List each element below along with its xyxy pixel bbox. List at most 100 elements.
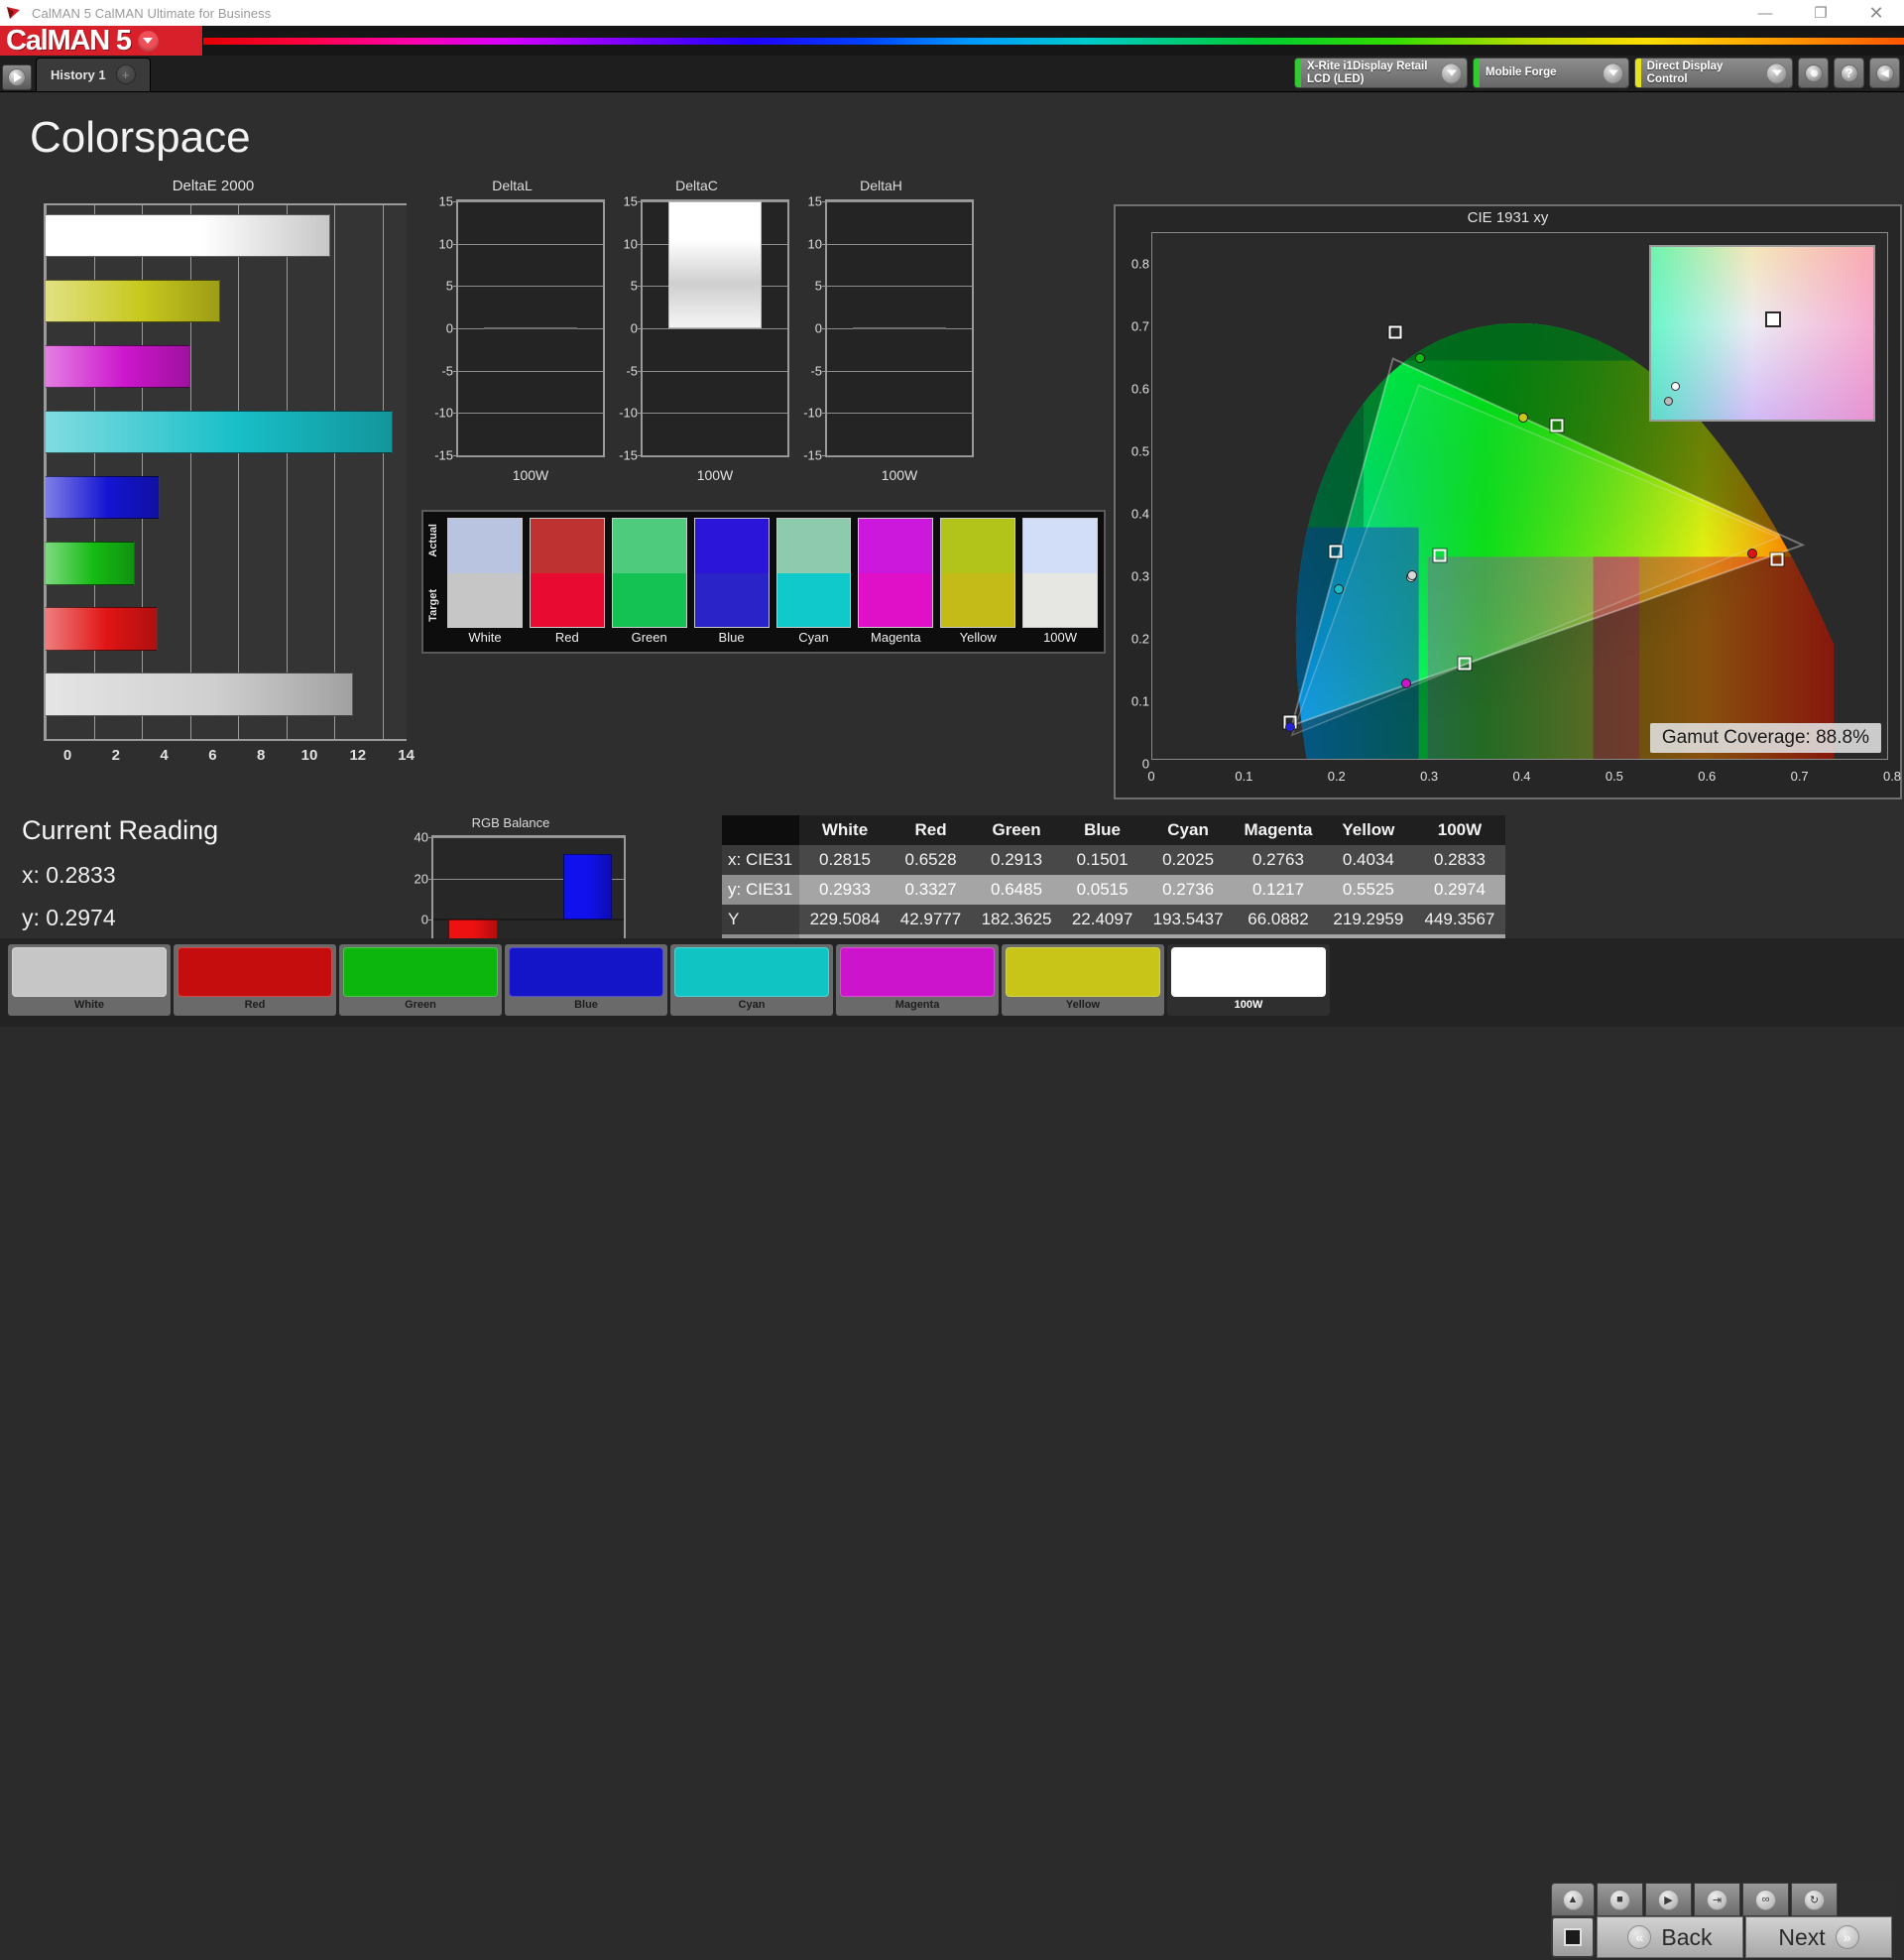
calman-logo[interactable]: CalMAN 5 — [0, 26, 203, 56]
back-button[interactable]: « Back — [1597, 1916, 1743, 1958]
cie-point-target-yellow — [1550, 419, 1564, 432]
caret-down-icon[interactable] — [137, 30, 159, 52]
deltae-bar-100w — [46, 673, 354, 716]
color-patch-chip — [178, 947, 332, 997]
table-cell: 0.5525 — [1322, 875, 1414, 905]
cie-point-target-white — [1433, 549, 1447, 562]
y-tick-label: -15 — [619, 447, 638, 463]
workflow-play-button[interactable] — [2, 64, 32, 90]
swatch-target — [776, 572, 851, 627]
workspace: Colorspace DeltaE 2000 0 2 4 6 8 10 12 14 Delta… — [0, 93, 1904, 1026]
table-column-header: Cyan — [1142, 815, 1235, 845]
stop-square-button[interactable] — [1551, 1916, 1595, 1958]
y-tick — [638, 455, 643, 456]
color-patch-yellow[interactable]: Yellow — [1002, 944, 1164, 1016]
source-name: Mobile Forge — [1486, 66, 1557, 79]
color-patch-label: Magenta — [894, 999, 940, 1011]
gridline — [458, 413, 603, 415]
cie-point-target-cyan — [1329, 545, 1343, 558]
y-tick-label: 0 — [630, 320, 638, 336]
rgb-balance-bar-blue — [562, 853, 613, 919]
maximize-button[interactable]: ❐ — [1793, 0, 1848, 26]
cie-point-measured-yellow — [1517, 412, 1528, 423]
continuous-icon: ∞ — [1755, 1889, 1776, 1910]
app-logo-icon — [6, 6, 24, 20]
swatch-name: 100W — [1043, 630, 1078, 645]
color-patch-green[interactable]: Green — [339, 944, 502, 1016]
y-tick — [453, 201, 458, 202]
settings-button[interactable] — [1798, 58, 1829, 88]
cie-chart-title: CIE 1931 xy — [1467, 209, 1549, 226]
expand-controls-button[interactable]: ▲ — [1551, 1883, 1595, 1916]
color-patch-chip — [509, 947, 663, 997]
y-tick — [453, 243, 458, 245]
y-tick — [638, 243, 643, 245]
color-patch-red[interactable]: Red — [174, 944, 336, 1016]
cie-point-target-red — [1770, 552, 1784, 566]
deltal-x-label: 100W — [512, 467, 549, 483]
x-tick-label: 14 — [398, 747, 415, 764]
tab-history-1[interactable]: History 1 + — [36, 58, 151, 91]
swatch-column-yellow — [940, 518, 1016, 628]
chevron-left-icon: ◀ — [1875, 63, 1894, 82]
display-control-selector[interactable]: Direct Display Control — [1634, 58, 1793, 88]
table-cell: 0.2736 — [1142, 875, 1235, 905]
deltae-x-axis: 0 2 4 6 8 10 12 14 — [44, 743, 415, 773]
add-tab-button[interactable]: + — [115, 64, 136, 84]
source-selector[interactable]: Mobile Forge — [1473, 58, 1629, 88]
window-controls: — ❐ ✕ — [1737, 0, 1904, 26]
swatch-name: Red — [554, 630, 579, 645]
color-patch-white[interactable]: White — [8, 944, 171, 1016]
cie-point-measured-100w — [1407, 569, 1418, 580]
table-column-header: Red — [891, 815, 972, 845]
back-chevron-icon: « — [1627, 1925, 1652, 1949]
y-tick-label: 20 — [414, 871, 428, 886]
next-button[interactable]: Next » — [1745, 1916, 1892, 1958]
refresh-button[interactable]: ↻ — [1791, 1883, 1838, 1916]
single-step-button[interactable]: ⇥ — [1694, 1883, 1740, 1916]
cie-whitepoint-inset — [1649, 245, 1875, 422]
next-chevron-icon: » — [1835, 1925, 1859, 1949]
y-tick-label: -15 — [803, 447, 822, 463]
table-column-header: Yellow — [1322, 815, 1414, 845]
deltac-chart: DeltaC 15 10 5 0 -5 -10 -15 100W — [601, 178, 792, 495]
x-tick-label: 10 — [300, 747, 318, 764]
swatch-column-red — [529, 518, 605, 628]
swatch-actual — [530, 519, 604, 573]
chevron-down-icon[interactable] — [1441, 62, 1462, 83]
gridline — [827, 243, 972, 245]
color-patch-blue[interactable]: Blue — [505, 944, 667, 1016]
minimize-button[interactable]: — — [1737, 0, 1793, 26]
collapse-panel-button[interactable]: ◀ — [1869, 58, 1900, 88]
color-patch-cyan[interactable]: Cyan — [670, 944, 833, 1016]
color-patch-100w[interactable]: 100W — [1167, 944, 1330, 1016]
x-tick-label: 8 — [257, 747, 266, 764]
cie-x-tick-label: 0.3 — [1420, 769, 1439, 784]
brand-bar: CalMAN 5 — [0, 26, 1904, 56]
y-tick — [638, 201, 643, 202]
continuous-measure-button[interactable]: ∞ — [1742, 1883, 1789, 1916]
y-tick-label: 10 — [807, 236, 822, 252]
color-patch-magenta[interactable]: Magenta — [836, 944, 999, 1016]
chevron-down-icon[interactable] — [1603, 62, 1623, 83]
gridline — [643, 328, 787, 329]
table-cell: 0.3327 — [891, 875, 972, 905]
y-tick — [638, 286, 643, 288]
swatch-actual — [859, 519, 933, 573]
color-patch-label: Cyan — [738, 999, 766, 1011]
gridline — [643, 455, 787, 456]
swatch-column-white — [447, 518, 523, 628]
help-button[interactable]: ? — [1834, 58, 1864, 88]
swatch-row-labels: Actual Target — [427, 518, 445, 628]
gridline — [827, 286, 972, 288]
deltae-bar-green — [46, 541, 135, 585]
question-icon: ? — [1840, 63, 1858, 82]
playback-nav-controls: ▲ ■ ▶ ⇥ ∞ ↻ « Back Next » — [1551, 1883, 1898, 1960]
y-tick-label: 10 — [438, 236, 453, 252]
meter-selector[interactable]: X-Rite i1Display Retail LCD (LED) — [1294, 58, 1468, 88]
start-measure-button[interactable]: ▶ — [1645, 1883, 1692, 1916]
y-tick — [453, 455, 458, 456]
chevron-down-icon[interactable] — [1766, 62, 1787, 83]
close-button[interactable]: ✕ — [1848, 0, 1904, 26]
stop-measure-button[interactable]: ■ — [1597, 1883, 1643, 1916]
